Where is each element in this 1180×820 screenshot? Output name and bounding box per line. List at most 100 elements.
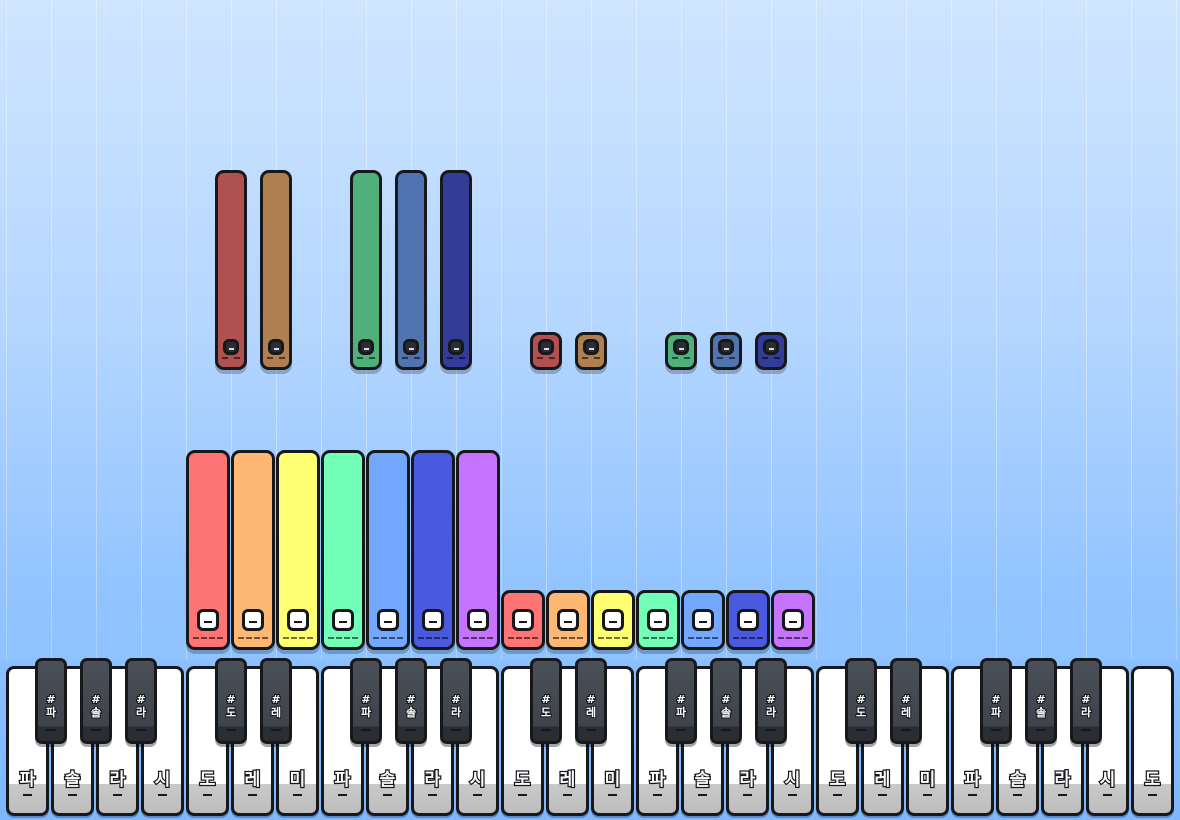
- white-key-label: 솔: [1008, 769, 1026, 792]
- note-face-icon: [557, 609, 579, 631]
- black-key-label: # 레: [900, 692, 912, 720]
- black-key[interactable]: # 레: [890, 658, 922, 744]
- white-key-label: 라: [1053, 769, 1071, 792]
- black-key[interactable]: # 도: [530, 658, 562, 744]
- falling-note-white: [186, 450, 230, 650]
- black-key[interactable]: # 라: [125, 658, 157, 744]
- black-key-label: # 라: [450, 692, 462, 720]
- white-key-label: 솔: [378, 769, 396, 792]
- black-key-label: # 솔: [1035, 692, 1047, 720]
- note-face-icon: [422, 609, 444, 631]
- lane-line: [636, 0, 637, 660]
- falling-note-white: [636, 590, 680, 650]
- note-face-icon: [268, 339, 284, 355]
- white-key[interactable]: 도: [1131, 666, 1174, 816]
- falling-note-white: [411, 450, 455, 650]
- falling-note-white: [546, 590, 590, 650]
- lane-line: [501, 0, 502, 660]
- black-key[interactable]: # 라: [1070, 658, 1102, 744]
- white-key-label: 시: [783, 769, 801, 792]
- lane-line: [726, 0, 727, 660]
- lane-line: [546, 0, 547, 660]
- black-key-label: # 레: [270, 692, 282, 720]
- falling-note-white: [366, 450, 410, 650]
- black-key[interactable]: # 파: [980, 658, 1012, 744]
- falling-note-white: [231, 450, 275, 650]
- black-key[interactable]: # 솔: [1025, 658, 1057, 744]
- falling-note-black: [395, 170, 427, 370]
- note-face-icon: [647, 609, 669, 631]
- falling-note-white: [276, 450, 320, 650]
- black-key-label: # 라: [765, 692, 777, 720]
- note-face-icon: [692, 609, 714, 631]
- black-key-label: # 솔: [90, 692, 102, 720]
- black-key[interactable]: # 파: [665, 658, 697, 744]
- falling-note-black: [260, 170, 292, 370]
- falling-note-black: [350, 170, 382, 370]
- black-key[interactable]: # 솔: [80, 658, 112, 744]
- white-key-label: 시: [468, 769, 486, 792]
- black-key[interactable]: # 레: [260, 658, 292, 744]
- white-key-label: 파: [648, 769, 666, 792]
- lane-line: [96, 0, 97, 660]
- black-key[interactable]: # 도: [215, 658, 247, 744]
- lane-line: [951, 0, 952, 660]
- black-key[interactable]: # 파: [350, 658, 382, 744]
- note-face-icon: [467, 609, 489, 631]
- lane-line: [1041, 0, 1042, 660]
- lane-line: [771, 0, 772, 660]
- white-key-label: 미: [288, 769, 306, 792]
- lane-line: [1086, 0, 1087, 660]
- lane-line: [861, 0, 862, 660]
- black-key-label: # 솔: [720, 692, 732, 720]
- note-face-icon: [448, 339, 464, 355]
- white-key-label: 솔: [63, 769, 81, 792]
- note-face-icon: [583, 339, 599, 355]
- white-key-label: 레: [873, 769, 891, 792]
- note-face-icon: [763, 339, 779, 355]
- note-face-icon: [197, 609, 219, 631]
- black-key[interactable]: # 라: [440, 658, 472, 744]
- white-key-label: 라: [108, 769, 126, 792]
- white-key-label: 레: [558, 769, 576, 792]
- falling-note-black: [575, 332, 607, 370]
- black-key-label: # 파: [990, 692, 1002, 720]
- falling-note-black: [710, 332, 742, 370]
- white-key-label: 미: [918, 769, 936, 792]
- note-face-icon: [602, 609, 624, 631]
- note-face-icon: [512, 609, 534, 631]
- black-key-label: # 레: [585, 692, 597, 720]
- falling-note-white: [501, 590, 545, 650]
- note-face-icon: [332, 609, 354, 631]
- black-key[interactable]: # 라: [755, 658, 787, 744]
- lane-line: [681, 0, 682, 660]
- lane-line: [996, 0, 997, 660]
- note-face-icon: [403, 339, 419, 355]
- white-key-label: 도: [513, 769, 531, 792]
- black-key[interactable]: # 솔: [710, 658, 742, 744]
- black-key[interactable]: # 솔: [395, 658, 427, 744]
- falling-note-white: [771, 590, 815, 650]
- falling-note-white: [726, 590, 770, 650]
- falling-note-black: [665, 332, 697, 370]
- falling-note-black: [215, 170, 247, 370]
- note-face-icon: [223, 339, 239, 355]
- white-key-label: 도: [1143, 769, 1161, 792]
- note-face-icon: [377, 609, 399, 631]
- lane-line: [141, 0, 142, 660]
- note-face-icon: [782, 609, 804, 631]
- white-key-label: 시: [153, 769, 171, 792]
- black-key-label: # 도: [855, 692, 867, 720]
- black-key-label: # 라: [1080, 692, 1092, 720]
- note-face-icon: [538, 339, 554, 355]
- black-key-label: # 라: [135, 692, 147, 720]
- white-key-label: 시: [1098, 769, 1116, 792]
- black-key-label: # 도: [225, 692, 237, 720]
- white-key-label: 파: [333, 769, 351, 792]
- black-key[interactable]: # 레: [575, 658, 607, 744]
- black-key[interactable]: # 파: [35, 658, 67, 744]
- white-key-label: 레: [243, 769, 261, 792]
- black-key[interactable]: # 도: [845, 658, 877, 744]
- white-key-label: 파: [18, 769, 36, 792]
- note-face-icon: [737, 609, 759, 631]
